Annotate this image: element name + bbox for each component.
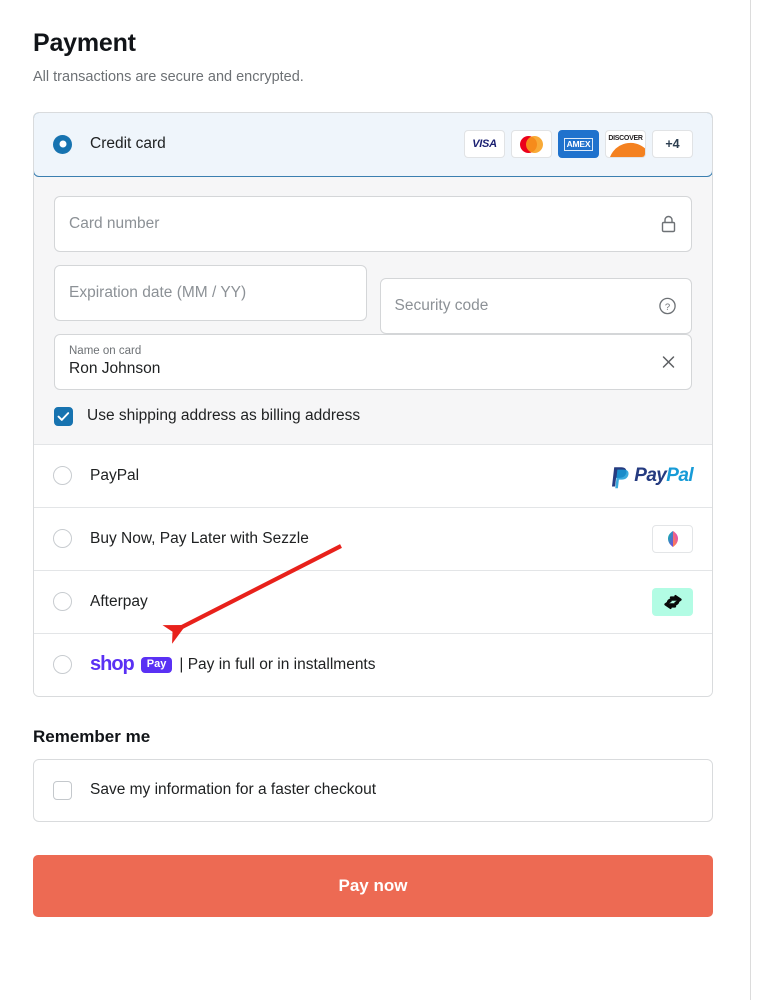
remember-me-checkbox[interactable] [53,780,72,800]
lock-icon [660,214,677,233]
name-on-card-value: Ron Johnson [69,360,161,378]
remember-me-title: Remember me [33,726,151,746]
payment-page: Payment All transactions are secure and … [0,0,763,1000]
pay-now-button[interactable]: Pay now [33,854,713,917]
shop-pay-description: | Pay in full or in installments [179,655,376,673]
billing-address-checkbox[interactable] [54,406,73,426]
payment-content: Payment All transactions are secure and … [33,0,713,917]
payment-method-label-afterpay: Afterpay [90,592,148,610]
payment-method-afterpay[interactable]: Afterpay [34,569,712,633]
afterpay-logo-wrap [652,587,693,616]
radio-paypal[interactable] [53,466,72,486]
card-brand-list: VISA AMEX DISCOVER +4 [464,130,693,159]
radio-credit-card[interactable] [53,134,72,154]
sezzle-icon [652,524,693,553]
afterpay-icon [652,587,693,616]
security-code-placeholder: Security code [394,296,489,314]
card-number-field[interactable]: Card number [54,195,692,252]
payment-method-paypal[interactable]: PayPal PayPal [34,443,712,507]
name-on-card-field[interactable]: Name on card Ron Johnson [54,333,692,390]
remember-me-card[interactable]: Save my information for a faster checkou… [33,758,713,822]
paypal-wordmark: PayPal [634,464,693,486]
card-number-placeholder: Card number [69,214,160,232]
page-subtitle: All transactions are secure and encrypte… [33,69,304,85]
payment-method-shop-pay[interactable]: shop Pay | Pay in full or in installment… [34,632,712,696]
radio-shop-pay[interactable] [53,655,72,675]
billing-address-label: Use shipping address as billing address [87,407,361,425]
shop-wordmark: shop [90,653,135,676]
payment-method-credit-card[interactable]: Credit card VISA AMEX DISCOVER +4 [34,112,712,177]
question-circle-icon[interactable]: ? [658,296,677,315]
payment-method-sezzle[interactable]: Buy Now, Pay Later with Sezzle [34,506,712,570]
expiration-date-field[interactable]: Expiration date (MM / YY) [54,264,367,321]
radio-sezzle[interactable] [53,529,72,549]
security-code-field[interactable]: Security code ? [379,277,692,334]
more-card-brands-badge[interactable]: +4 [652,130,693,159]
shop-pay-logo: shop Pay | Pay in full or in installment… [90,653,376,676]
pay-chip: Pay [140,656,173,673]
expiration-placeholder: Expiration date (MM / YY) [69,283,247,301]
payment-method-label-credit-card: Credit card [90,135,166,153]
visa-icon: VISA [464,130,505,159]
payment-method-label-paypal: PayPal [90,466,140,484]
billing-address-row[interactable]: Use shipping address as billing address [54,406,692,426]
paypal-logo-wrap: PayPal [608,463,694,489]
svg-text:?: ? [665,302,670,313]
page-title: Payment [33,29,136,57]
amex-icon: AMEX [558,130,599,159]
sezzle-logo-wrap [652,524,693,553]
viewport-divider [750,0,751,1000]
expiry-security-row: Expiration date (MM / YY) Security code … [54,264,692,334]
payment-method-label-sezzle: Buy Now, Pay Later with Sezzle [90,529,309,547]
payment-methods-card: Credit card VISA AMEX DISCOVER +4 Card n… [33,111,713,697]
remember-me-label: Save my information for a faster checkou… [90,781,377,799]
discover-icon: DISCOVER [605,130,646,159]
credit-card-form-panel: Card number Expiration date (MM / YY) Se… [34,175,712,444]
radio-afterpay[interactable] [53,592,72,612]
close-icon[interactable] [660,353,677,370]
paypal-icon: PayPal [608,463,694,489]
name-on-card-label: Name on card [69,344,142,357]
mastercard-icon [511,130,552,159]
